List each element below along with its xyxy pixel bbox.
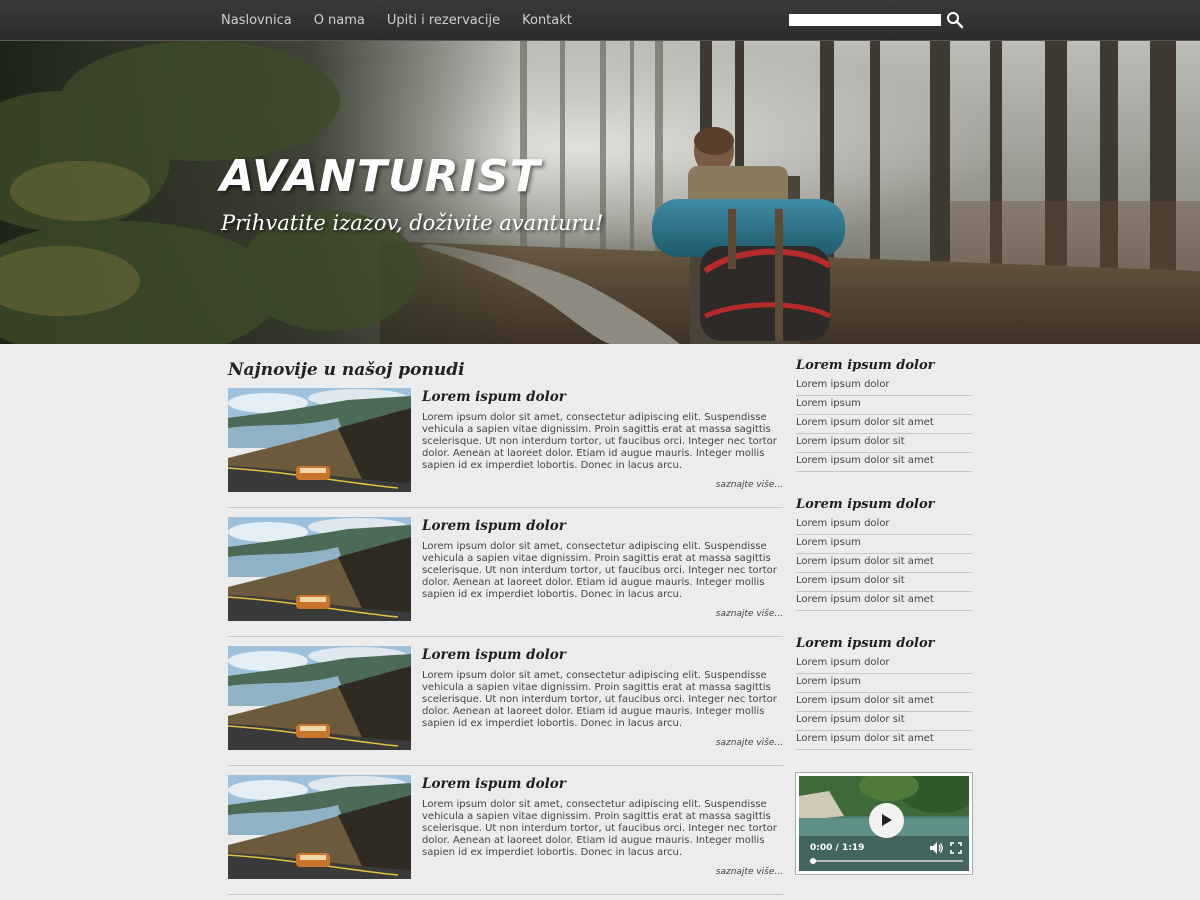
article-title[interactable]: Lorem ispum dolor <box>422 389 566 405</box>
sidebar-link[interactable]: Lorem ipsum dolor sit amet <box>796 453 972 472</box>
read-more-link[interactable]: saznajte više... <box>716 738 783 748</box>
article-thumbnail[interactable] <box>228 646 411 750</box>
article-text: Lorem ipsum dolor sit amet, consectetur … <box>422 670 777 729</box>
hero-title: AVANTURIST <box>220 151 541 202</box>
sidebar-block: Lorem ipsum dolor Lorem ipsum dolor Lore… <box>796 358 972 472</box>
article-title[interactable]: Lorem ispum dolor <box>422 776 566 792</box>
video-player[interactable]: 0:00 / 1:19 <box>795 772 973 875</box>
article-item: Lorem ispum dolor Lorem ipsum dolor sit … <box>228 517 783 637</box>
sidebar-link[interactable]: Lorem ipsum dolor <box>796 655 972 674</box>
nav-item-upiti-i-rezervacije[interactable]: Upiti i rezervacije <box>387 0 500 41</box>
nav-menu: Naslovnica O nama Upiti i rezervacije Ko… <box>221 0 594 41</box>
volume-icon[interactable] <box>930 842 944 854</box>
sidebar-block-title: Lorem ipsum dolor <box>796 358 935 373</box>
article-text: Lorem ipsum dolor sit amet, consectetur … <box>422 541 777 600</box>
nav-item-kontakt[interactable]: Kontakt <box>522 0 572 41</box>
sidebar-link[interactable]: Lorem ipsum dolor sit <box>796 573 972 592</box>
sidebar-link[interactable]: Lorem ipsum <box>796 535 972 554</box>
article-thumbnail[interactable] <box>228 517 411 621</box>
search-button[interactable] <box>946 11 964 29</box>
play-icon <box>882 814 892 826</box>
search-input[interactable] <box>789 14 941 26</box>
sidebar-link[interactable]: Lorem ipsum dolor sit <box>796 712 972 731</box>
article-thumbnail[interactable] <box>228 388 411 492</box>
sidebar-link[interactable]: Lorem ipsum dolor sit amet <box>796 592 972 611</box>
read-more-link[interactable]: saznajte više... <box>716 609 783 619</box>
article-text: Lorem ipsum dolor sit amet, consectetur … <box>422 412 777 471</box>
article-item: Lorem ispum dolor Lorem ipsum dolor sit … <box>228 388 783 508</box>
hero-subtitle: Prihvatite izazov, doživite avanturu! <box>221 211 604 235</box>
video-frame: 0:00 / 1:19 <box>799 776 969 871</box>
read-more-link[interactable]: saznajte više... <box>716 867 783 877</box>
sidebar-link[interactable]: Lorem ipsum dolor sit <box>796 434 972 453</box>
article-thumbnail[interactable] <box>228 775 411 879</box>
article-item: Lorem ispum dolor Lorem ipsum dolor sit … <box>228 775 783 895</box>
article-title[interactable]: Lorem ispum dolor <box>422 518 566 534</box>
sidebar-link[interactable]: Lorem ipsum dolor sit amet <box>796 731 972 750</box>
nav-item-o-nama[interactable]: O nama <box>314 0 365 41</box>
nav-item-naslovnica[interactable]: Naslovnica <box>221 0 292 41</box>
article-item: Lorem ispum dolor Lorem ipsum dolor sit … <box>228 646 783 766</box>
video-time: 0:00 / 1:19 <box>810 843 865 853</box>
article-title[interactable]: Lorem ispum dolor <box>422 647 566 663</box>
sidebar-link[interactable]: Lorem ipsum dolor <box>796 377 972 396</box>
article-text: Lorem ipsum dolor sit amet, consectetur … <box>422 799 777 858</box>
sidebar-link[interactable]: Lorem ipsum <box>796 396 972 415</box>
magnifier-icon <box>947 12 964 29</box>
hero-banner: AVANTURIST Prihvatite izazov, doživite a… <box>0 41 1200 344</box>
sidebar-block-title: Lorem ipsum dolor <box>796 497 935 512</box>
sidebar-block: Lorem ipsum dolor Lorem ipsum dolor Lore… <box>796 497 972 611</box>
sidebar-link[interactable]: Lorem ipsum dolor <box>796 516 972 535</box>
read-more-link[interactable]: saznajte više... <box>716 480 783 490</box>
sidebar-link[interactable]: Lorem ipsum dolor sit amet <box>796 693 972 712</box>
fullscreen-icon[interactable] <box>950 842 962 854</box>
top-navbar: Naslovnica O nama Upiti i rezervacije Ko… <box>0 0 1200 41</box>
sidebar-block: Lorem ipsum dolor Lorem ipsum dolor Lore… <box>796 636 972 750</box>
sidebar-link[interactable]: Lorem ipsum dolor sit amet <box>796 554 972 573</box>
sidebar-block-title: Lorem ipsum dolor <box>796 636 935 651</box>
video-progress-knob[interactable] <box>810 858 816 864</box>
sidebar-link[interactable]: Lorem ipsum dolor sit amet <box>796 415 972 434</box>
play-button[interactable] <box>869 803 904 838</box>
section-title: Najnovije u našoj ponudi <box>228 360 465 380</box>
video-progress-bar[interactable] <box>810 858 963 864</box>
sidebar-link[interactable]: Lorem ipsum <box>796 674 972 693</box>
hero-forest-image <box>0 41 1200 344</box>
